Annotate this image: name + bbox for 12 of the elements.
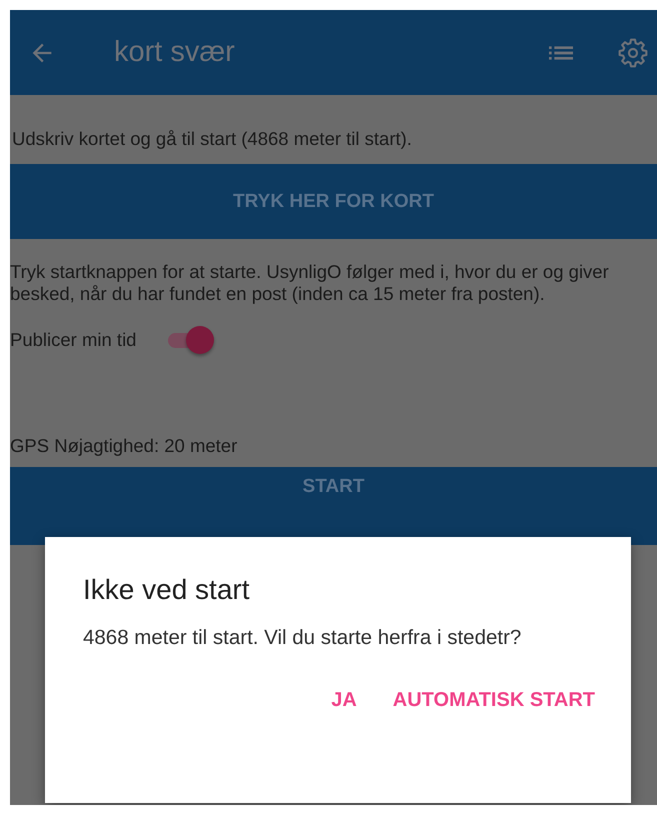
dialog-message: 4868 meter til start. Vil du starte herfra i stedetr? bbox=[83, 625, 522, 651]
dialog-title: Ikke ved start bbox=[83, 573, 251, 607]
dialog-button[interactable]: AUTOMATISK START bbox=[392, 685, 595, 716]
screen-title: kort svær bbox=[114, 36, 235, 69]
map-button[interactable]: TRYK HER FOR KORT bbox=[10, 164, 657, 239]
settings-icon[interactable] bbox=[617, 36, 649, 68]
dialog-button[interactable]: JA bbox=[331, 685, 357, 716]
instructions-text: Tryk startknappen for at starte. UsynligO følger med i, hvor du er og giver besked, når du har fundet en post (inden ca 15 meter fra posten). bbox=[10, 261, 610, 305]
toggle-label: Publicer min tid bbox=[10, 329, 136, 351]
intro-text: Udskriv kortet og gå til start (4868 meter til start). bbox=[11, 128, 413, 150]
gps-accuracy-text: GPS Nøjagtighed: 20 meter bbox=[10, 435, 238, 457]
start-button[interactable]: START bbox=[10, 467, 657, 545]
